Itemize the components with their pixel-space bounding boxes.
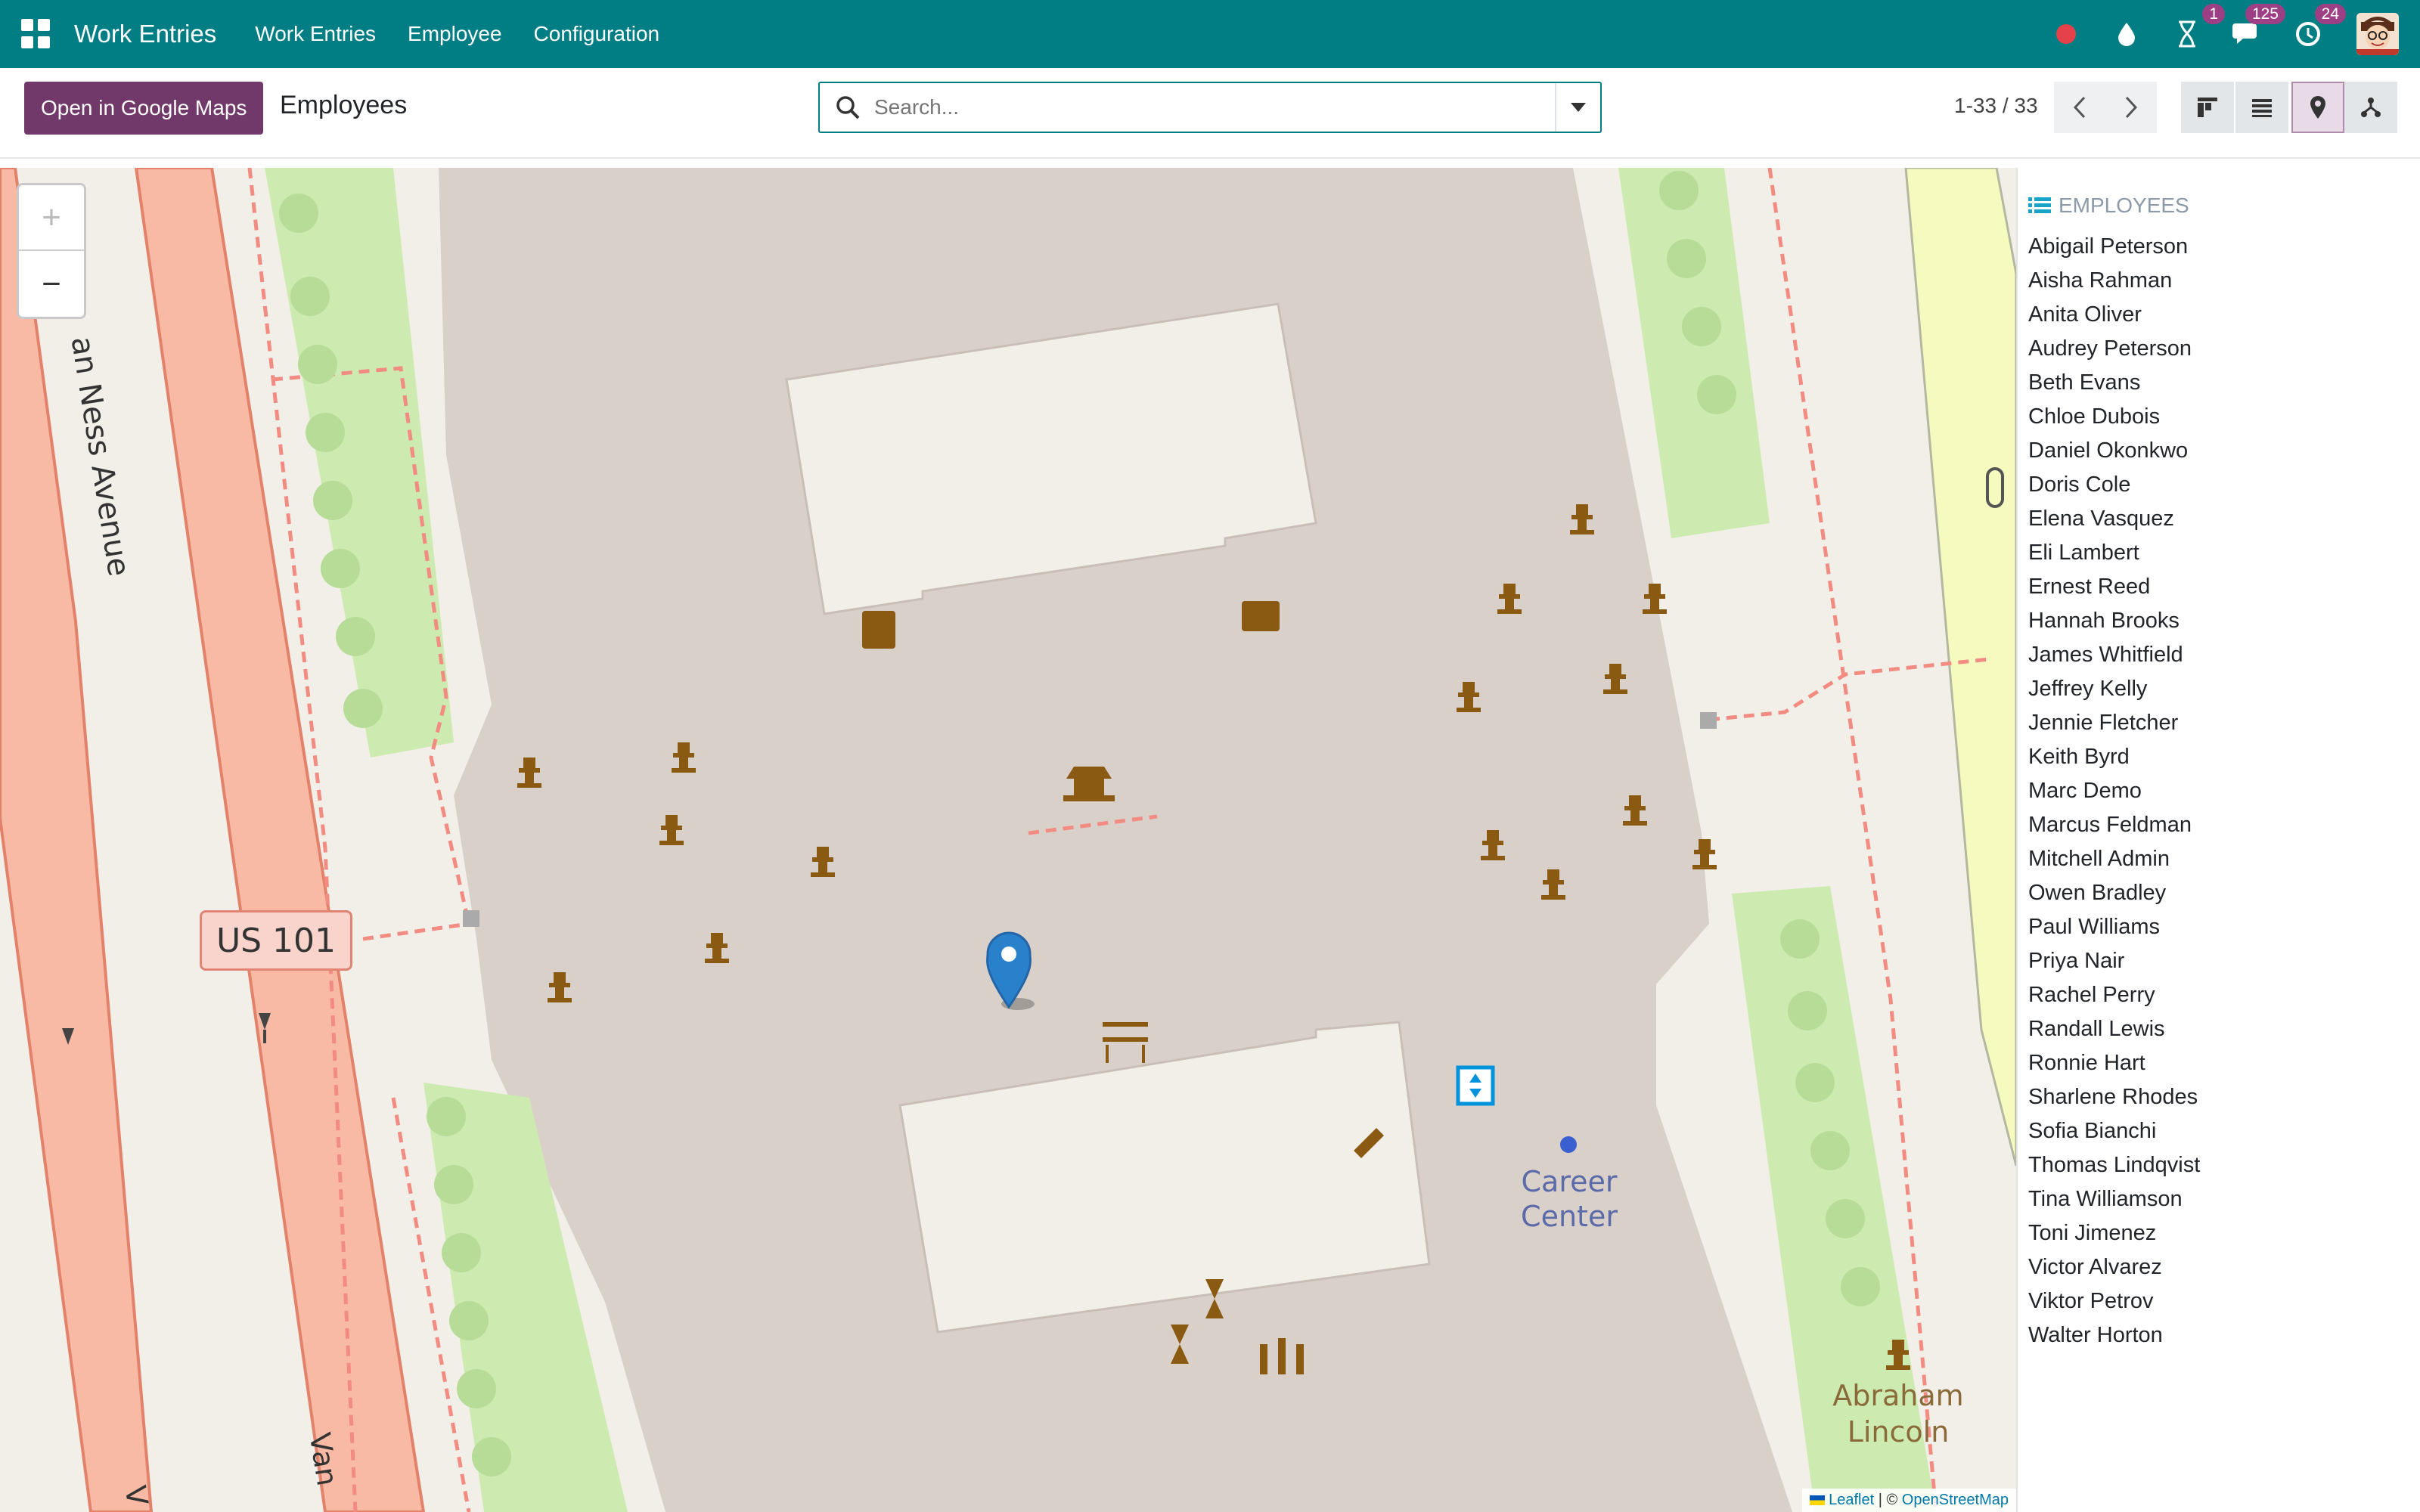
poi-label-abraham-lincoln: Abraham Lincoln [1832, 1379, 1964, 1448]
view-map-button[interactable] [2291, 82, 2344, 133]
chevron-right-icon [2125, 96, 2138, 119]
pager-next-button[interactable] [2105, 82, 2157, 133]
employee-list-item[interactable]: Audrey Peterson [2028, 332, 2420, 366]
poi-label-career-center: Career Center [1521, 1165, 1618, 1233]
employee-list-item[interactable]: Eli Lambert [2028, 536, 2420, 570]
employee-list-item[interactable]: Ronnie Hart [2028, 1046, 2420, 1080]
employee-list-item[interactable]: Viktor Petrov [2028, 1284, 2420, 1318]
map-canvas[interactable]: an Ness Avenue Van V US 101 Career Cente… [0, 168, 2016, 1512]
menu-work-entries[interactable]: Work Entries [255, 22, 376, 46]
activity-clock-icon[interactable]: 1 [2172, 4, 2225, 49]
control-panel: Open in Google Maps Employees 1-33 / 33 [0, 68, 2420, 159]
employee-list-item[interactable]: James Whitfield [2028, 638, 2420, 672]
employee-list-item[interactable]: Sharlene Rhodes [2028, 1080, 2420, 1114]
updates-icon[interactable]: 24 [2293, 4, 2346, 49]
employee-list-item[interactable]: Rachel Perry [2028, 978, 2420, 1012]
messages-badge: 125 [2245, 4, 2285, 24]
hierarchy-icon [2361, 98, 2381, 117]
employee-list-item[interactable]: Keith Byrd [2028, 740, 2420, 774]
sidebar-title: EMPLOYEES [2028, 191, 2420, 221]
map-attribution: Leaflet | © OpenStreetMap [1801, 1489, 2016, 1512]
leaflet-link[interactable]: Leaflet [1829, 1492, 1874, 1508]
employee-list-item[interactable]: Doris Cole [2028, 468, 2420, 502]
view-list-button[interactable] [2235, 82, 2288, 133]
top-navbar: Work Entries Work Entries Employee Confi… [0, 0, 2420, 68]
employee-list-item[interactable]: Chloe Dubois [2028, 400, 2420, 434]
zoom-control: + − [17, 183, 86, 319]
kanban-icon [2198, 98, 2217, 117]
employee-list-item[interactable]: Sofia Bianchi [2028, 1114, 2420, 1148]
zoom-in-button[interactable]: + [19, 185, 84, 251]
employee-list-item[interactable]: Owen Bradley [2028, 876, 2420, 910]
employee-list-item[interactable]: Thomas Lindqvist [2028, 1148, 2420, 1182]
chevron-left-icon [2073, 96, 2086, 119]
menu-configuration[interactable]: Configuration [534, 22, 660, 46]
employee-list-item[interactable]: Priya Nair [2028, 944, 2420, 978]
employee-list-item[interactable]: Victor Alvarez [2028, 1250, 2420, 1284]
employee-list-item[interactable]: Elena Vasquez [2028, 502, 2420, 536]
pager-value[interactable]: 1-33 / 33 [1954, 94, 2038, 118]
systray: 1 125 24 [2021, 0, 2399, 68]
open-google-maps-button[interactable]: Open in Google Maps [24, 82, 264, 135]
employee-list-item[interactable]: Walter Horton [2028, 1318, 2420, 1352]
app-menu-icon[interactable] [21, 19, 51, 49]
employee-list-item[interactable]: Paul Williams [2028, 910, 2420, 944]
search-options-toggle[interactable] [1555, 83, 1600, 132]
breadcrumb: Employees [280, 91, 408, 119]
view-hierarchy-button[interactable] [2344, 82, 2397, 133]
attribution-separator: | © [1874, 1492, 1902, 1508]
employee-list-item[interactable]: Jeffrey Kelly [2028, 672, 2420, 706]
employee-list-item[interactable]: Marc Demo [2028, 774, 2420, 808]
map-tiles [0, 168, 2016, 1512]
employee-sidebar: EMPLOYEES Abigail Peterson Aisha Rahman An… [2016, 168, 2420, 1512]
employee-list-item[interactable]: Hannah Brooks [2028, 604, 2420, 638]
activity-badge: 1 [2202, 4, 2225, 24]
updates-badge: 24 [2314, 4, 2346, 24]
employee-list-item[interactable]: Randall Lewis [2028, 1012, 2420, 1046]
employee-list-item[interactable]: Toni Jimenez [2028, 1216, 2420, 1250]
record-icon[interactable] [2051, 19, 2081, 49]
view-kanban-button[interactable] [2181, 82, 2234, 133]
pager-previous-button[interactable] [2054, 82, 2105, 133]
search-icon [836, 96, 860, 119]
app-title[interactable]: Work Entries [74, 20, 216, 48]
highway-shield-us101: US 101 [200, 910, 352, 971]
employee-list: Abigail Peterson Aisha Rahman Anita Oliver… [2028, 230, 2420, 1352]
employee-list-item[interactable]: Ernest Reed [2028, 570, 2420, 604]
list-icon [2028, 197, 2051, 213]
employee-list-item[interactable]: Abigail Peterson [2028, 230, 2420, 264]
osm-link[interactable]: OpenStreetMap [1902, 1492, 2009, 1508]
ukraine-flag-icon [1809, 1495, 1825, 1506]
search-input[interactable] [874, 95, 1555, 119]
list-icon [2252, 99, 2272, 117]
messages-icon[interactable]: 125 [2232, 4, 2285, 49]
caret-down-icon [1571, 103, 1586, 112]
sidebar-title-text: EMPLOYEES [2059, 194, 2189, 217]
search-bar [818, 82, 1602, 133]
employee-list-item[interactable]: Mitchell Admin [2028, 842, 2420, 876]
user-avatar[interactable] [2356, 13, 2399, 55]
employee-list-item[interactable]: Jennie Fletcher [2028, 706, 2420, 740]
employee-list-item[interactable]: Daniel Okonkwo [2028, 434, 2420, 468]
zoom-out-button[interactable]: − [19, 251, 84, 317]
menu-employee[interactable]: Employee [408, 22, 502, 46]
map-pin-icon [2310, 96, 2325, 119]
employee-list-item[interactable]: Beth Evans [2028, 366, 2420, 400]
employee-list-item[interactable]: Aisha Rahman [2028, 264, 2420, 298]
employee-list-item[interactable]: Anita Oliver [2028, 298, 2420, 332]
employee-list-item[interactable]: Marcus Feldman [2028, 808, 2420, 842]
employee-list-item[interactable]: Tina Williamson [2028, 1182, 2420, 1216]
drop-icon[interactable] [2111, 19, 2142, 49]
